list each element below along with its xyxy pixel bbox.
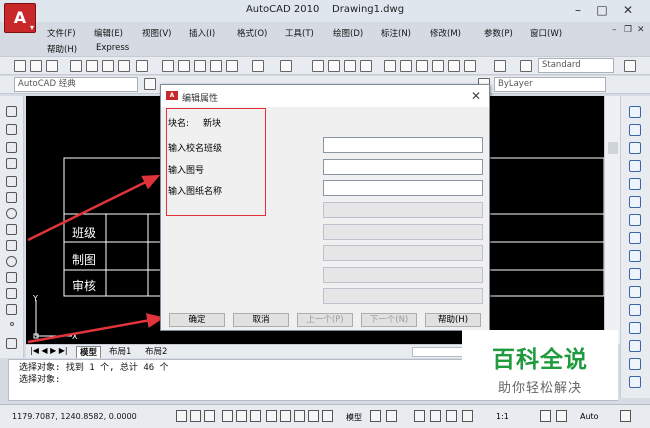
dialog-title-bar: A 编辑属性 ✕ [161,85,489,107]
watermark-subtitle: 助你轻松解决 [497,381,582,396]
steering-wheel-icon[interactable] [446,410,457,422]
quick-properties-icon[interactable] [322,410,333,422]
ortho-mode-icon[interactable] [222,410,233,422]
clean-screen-icon[interactable] [620,410,631,422]
annotation-scale[interactable]: 1:1 [496,412,509,421]
coordinate-readout: 1179.7087, 1240.8582, 0.0000 [12,412,137,421]
showmotion-icon[interactable] [462,410,473,422]
auto-scale-icon[interactable] [556,410,567,422]
field-label-drawing-name: 输入图纸名称 [168,187,223,197]
field-label-drawing-number: 输入图号 [168,166,205,176]
object-snap-tracking-icon[interactable] [266,410,277,422]
watermark-title: 百科全说 [492,347,588,373]
edit-attributes-dialog: A 编辑属性 ✕ 块名: 新块 输入校名班级 输入图号 输入图纸名称 确定 取消… [160,84,490,331]
field-input-empty [323,245,483,261]
offset-icon[interactable] [629,160,641,172]
field-input-school-class[interactable] [323,137,483,153]
next-button[interactable]: 下一个(N) [361,313,417,327]
break-icon[interactable] [629,304,641,316]
field-input-empty [323,224,483,240]
grid-display-icon[interactable] [204,410,215,422]
copy-object-icon[interactable] [629,124,641,136]
zoom-status-icon[interactable] [430,410,441,422]
field-input-empty [323,267,483,283]
field-input-drawing-number[interactable] [323,159,483,175]
field-label-school-class: 输入校名班级 [168,144,223,154]
dialog-title: 编辑属性 [182,94,219,104]
explode-icon[interactable] [629,376,641,388]
stretch-icon[interactable] [629,250,641,262]
cancel-button[interactable]: 取消 [233,313,289,327]
field-input-empty [323,202,483,218]
status-bar: 1179.7087, 1240.8582, 0.0000 模型 1:1 Auto [0,404,650,428]
pan-status-icon[interactable] [414,410,425,422]
previous-button[interactable]: 上一个(P) [297,313,353,327]
dynamic-ucs-icon[interactable] [280,410,291,422]
field-input-drawing-name[interactable] [323,180,483,196]
extend-icon[interactable] [629,286,641,298]
lineweight-icon[interactable] [308,410,319,422]
rotate-icon[interactable] [629,214,641,226]
quick-view-layouts-icon[interactable] [370,410,381,422]
annotation-arrow-upper [27,174,161,242]
fillet-icon[interactable] [629,358,641,370]
vertical-scrollbar[interactable] [604,96,620,344]
infer-constraints-icon[interactable] [176,410,187,422]
move-icon[interactable] [629,196,641,208]
dialog-close-icon[interactable]: ✕ [471,89,481,103]
quick-view-drawings-icon[interactable] [386,410,397,422]
block-name-label: 块名: [168,119,190,129]
annotation-visibility-icon[interactable] [540,410,551,422]
trim-icon[interactable] [629,268,641,280]
chamfer-icon[interactable] [629,340,641,352]
field-input-empty [323,288,483,304]
erase-icon[interactable] [629,106,641,118]
workspace-switching[interactable]: Auto [580,412,599,421]
tab-nav-arrows-icon[interactable]: |◀ ◀ ▶ ▶| [30,346,68,355]
array-icon[interactable] [629,178,641,190]
annotation-arrow-lower [27,313,165,344]
tab-model[interactable]: 模型 [76,346,102,358]
join-icon[interactable] [629,322,641,334]
tab-layout2[interactable]: 布局2 [142,346,170,358]
watermark-logo: 百科全说 助你轻松解决 [462,330,618,400]
object-snap-icon[interactable] [250,410,261,422]
model-space-toggle[interactable]: 模型 [346,412,362,423]
dynamic-input-icon[interactable] [294,410,305,422]
modify-toolbar [620,96,650,398]
scale-icon[interactable] [629,232,641,244]
ok-button[interactable]: 确定 [169,313,225,327]
scroll-thumb[interactable] [608,142,618,154]
block-name-value: 新块 [203,119,222,129]
tab-layout1[interactable]: 布局1 [106,346,134,358]
polar-tracking-icon[interactable] [236,410,247,422]
snap-mode-icon[interactable] [190,410,201,422]
autocad-logo-icon: A [166,91,178,100]
help-button[interactable]: 帮助(H) [425,313,481,327]
mirror-icon[interactable] [629,142,641,154]
